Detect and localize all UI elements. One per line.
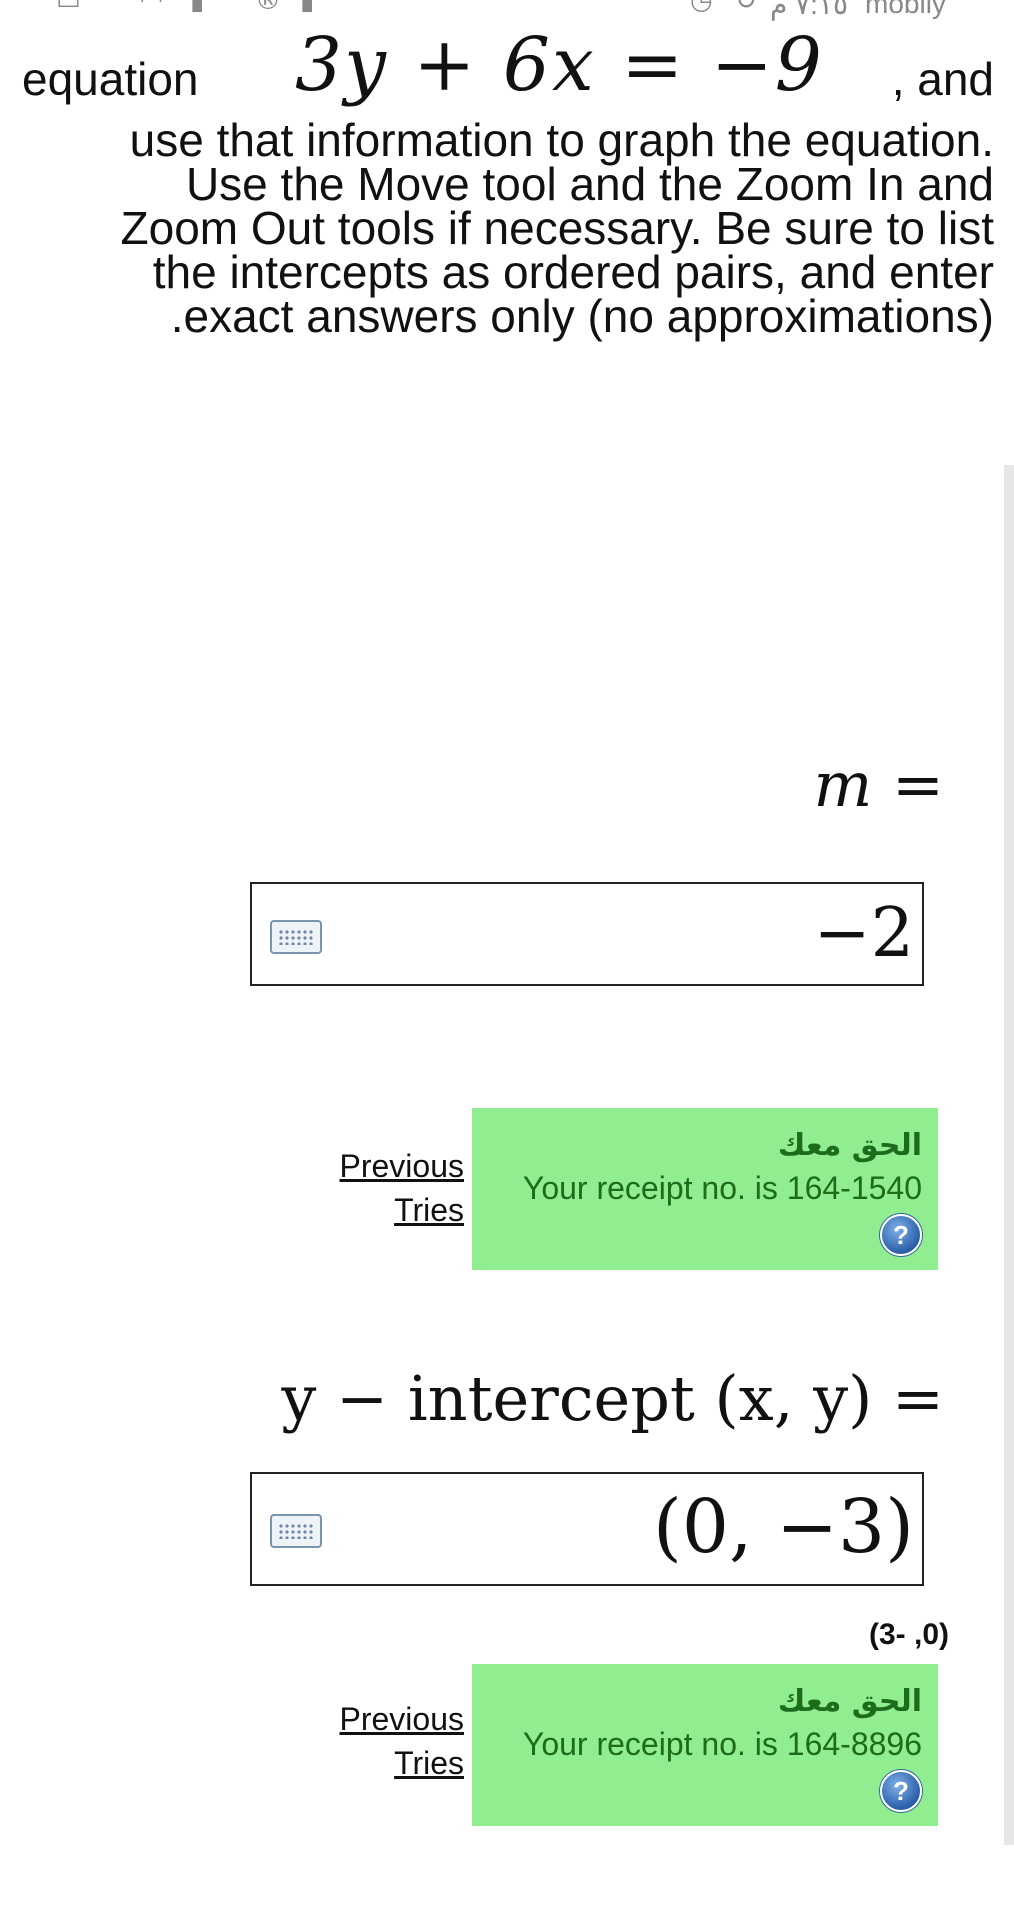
instruction-line-4: the intercepts as ordered pairs, and ent… [152, 246, 994, 298]
y-intercept-answer-value: (0, −3) [653, 1484, 914, 1570]
y-intercept-help-icon[interactable]: ? [880, 1770, 922, 1812]
slope-previous-tries-link[interactable]: Previous Tries [340, 1144, 465, 1232]
carrier-name: mobily [865, 0, 946, 19]
slope-label: m = [813, 748, 944, 821]
instruction-line-3: Zoom Out tools if necessary. Be sure to … [120, 202, 994, 254]
signal-icon-2: ▮ [300, 0, 315, 16]
instruction-line-5: .exact answers only (no approximations) [170, 290, 994, 342]
y-intercept-previous-tries-link[interactable]: Previous Tries [340, 1697, 465, 1785]
keyboard-icon[interactable] [270, 1514, 322, 1548]
keyboard-icon[interactable] [270, 920, 322, 954]
slope-receipt: Your receipt no. is 164-1540 [522, 1170, 922, 1206]
instruction-and: , and [891, 53, 994, 105]
wifi-icon: ◠ [140, 0, 163, 16]
refresh-icon: ↻ [735, 0, 757, 16]
y-intercept-receipt: Your receipt no. is 164-8896 [522, 1726, 922, 1762]
y-intercept-feedback-box: الحق معك Your receipt no. is 164-8896 ? [472, 1664, 938, 1826]
alarm-icon: ◷ [690, 0, 713, 16]
slope-feedback-box: الحق معك Your receipt no. is 164-1540 ? [472, 1108, 938, 1270]
slope-previous-tries-line-1: Previous [339, 1148, 465, 1184]
y-intercept-previous-tries-line-2: Tries [394, 1745, 464, 1781]
status-time: ٧:١٥ م [770, 0, 849, 20]
slope-help-icon[interactable]: ? [880, 1214, 922, 1256]
signal-icon: ▮ [190, 0, 205, 16]
y-intercept-answer-preview: (3- ,0) [868, 1618, 949, 1651]
instruction-line-1: use that information to graph the equati… [129, 114, 994, 166]
y-intercept-label: y − intercept (x, y) = [281, 1362, 944, 1435]
slope-answer-field[interactable]: −2 [250, 882, 924, 986]
y-intercept-feedback-arabic: الحق معك [777, 1684, 922, 1719]
instruction-line-2: Use the Move tool and the Zoom In and [185, 158, 994, 210]
instruction-equation: 3y + 6x = −9 [295, 22, 824, 108]
slope-feedback-arabic: الحق معك [777, 1128, 922, 1163]
y-intercept-previous-tries-line-1: Previous [339, 1701, 465, 1737]
instruction-word-equation: equation [22, 53, 199, 105]
slope-answer-value: −2 [813, 894, 914, 973]
page-scrollbar[interactable] [1004, 465, 1014, 1845]
registered-icon: ® [255, 0, 281, 16]
y-intercept-answer-field[interactable]: (0, −3) [250, 1472, 924, 1586]
status-bar: ▭ ◠ ▮ ® ▮ ◷ ↻ ٧:١٥ م mobily [0, 0, 1014, 22]
slope-previous-tries-line-2: Tries [394, 1192, 464, 1228]
battery-icon: ▭ [56, 0, 81, 16]
